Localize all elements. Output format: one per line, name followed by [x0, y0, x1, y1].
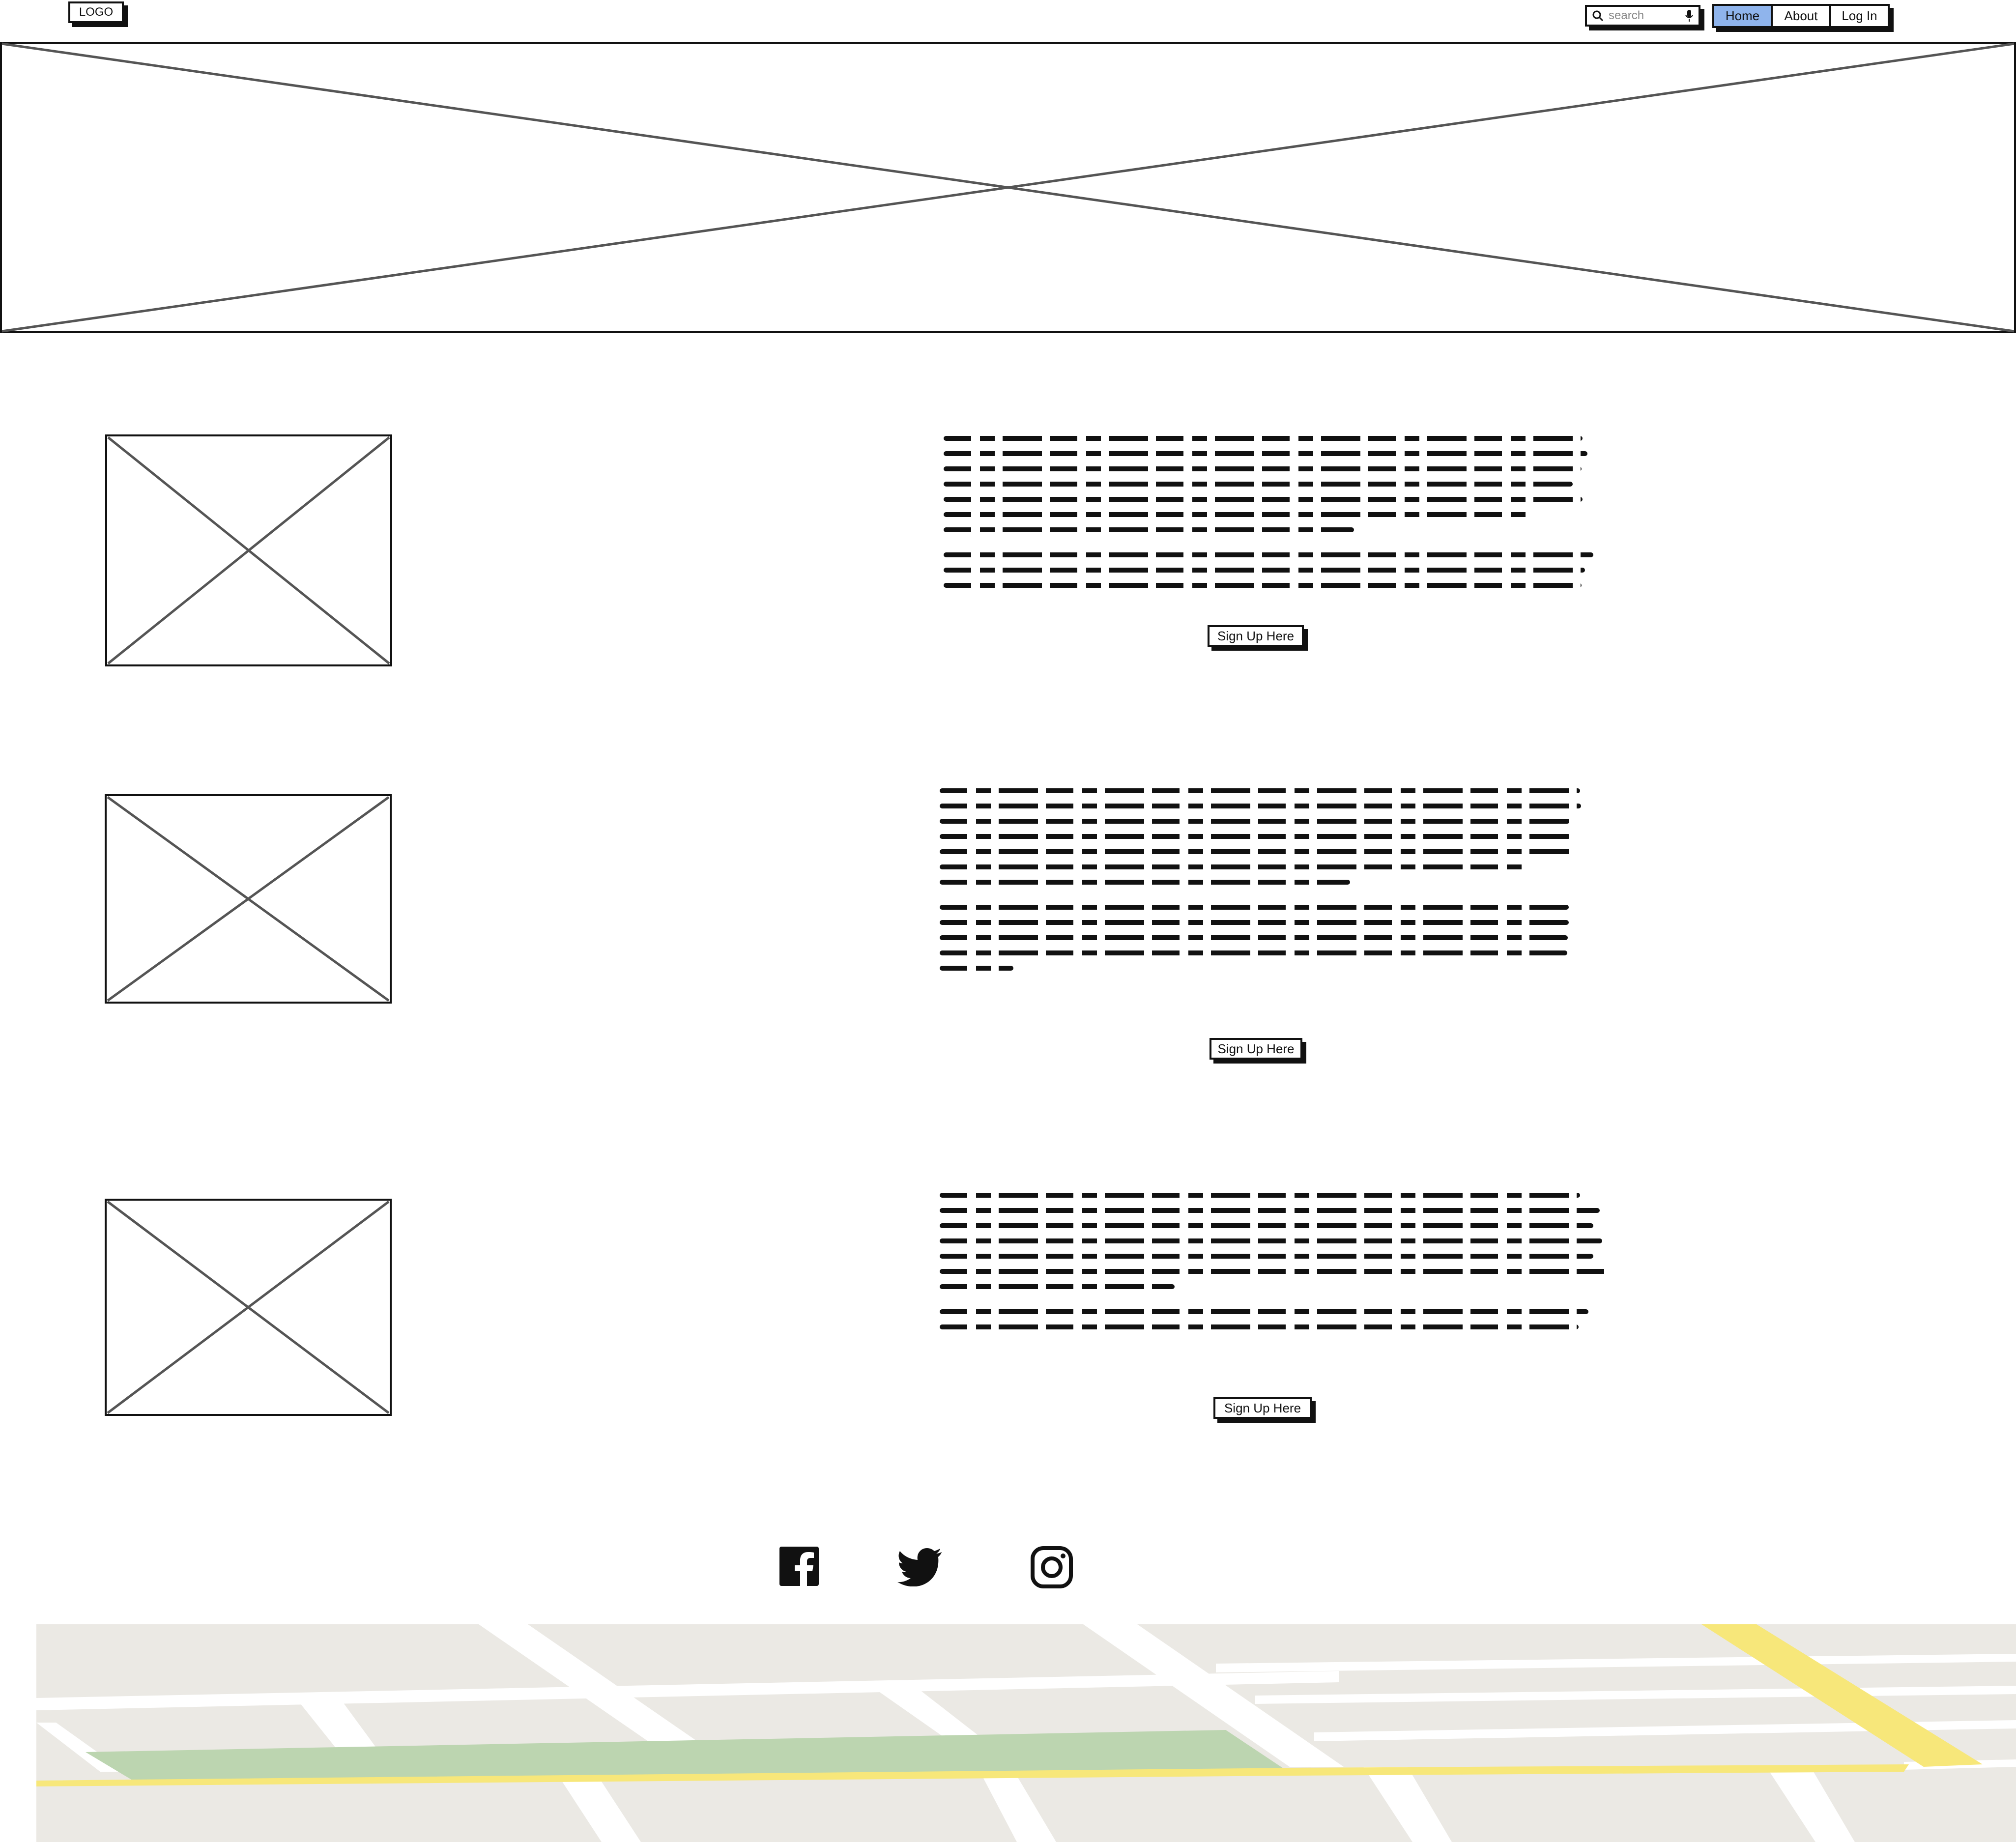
paragraph — [940, 788, 1588, 885]
nav-login[interactable]: Log In — [1831, 6, 1888, 26]
logo[interactable]: LOGO — [68, 1, 124, 23]
instagram-icon[interactable] — [1031, 1546, 1073, 1588]
search-input[interactable]: search — [1609, 9, 1680, 23]
section-text — [940, 788, 1588, 981]
paragraph — [944, 436, 1592, 532]
main-nav: Home About Log In — [1712, 4, 1890, 28]
section-image-placeholder — [105, 1199, 392, 1416]
search-icon — [1592, 10, 1604, 22]
paragraph — [944, 552, 1593, 588]
sign-up-button[interactable]: Sign Up Here — [1210, 1038, 1302, 1060]
paragraph — [940, 1309, 1608, 1329]
paragraph — [940, 905, 1588, 971]
nav-about[interactable]: About — [1773, 6, 1831, 26]
location-map[interactable] — [36, 1624, 2016, 1842]
nav-home[interactable]: Home — [1714, 6, 1773, 26]
microphone-icon[interactable] — [1685, 9, 1694, 22]
paragraph — [940, 1193, 1608, 1289]
section-image-placeholder — [105, 434, 392, 666]
sign-up-button[interactable]: Sign Up Here — [1213, 1397, 1312, 1419]
facebook-icon[interactable] — [778, 1546, 820, 1587]
section-text — [940, 1193, 1608, 1340]
twitter-icon[interactable] — [897, 1547, 943, 1586]
search-bar[interactable]: search — [1585, 5, 1700, 27]
section-text — [944, 436, 1593, 598]
section-image-placeholder — [105, 794, 392, 1004]
hero-image-placeholder — [0, 42, 2016, 333]
sign-up-button[interactable]: Sign Up Here — [1208, 625, 1304, 647]
